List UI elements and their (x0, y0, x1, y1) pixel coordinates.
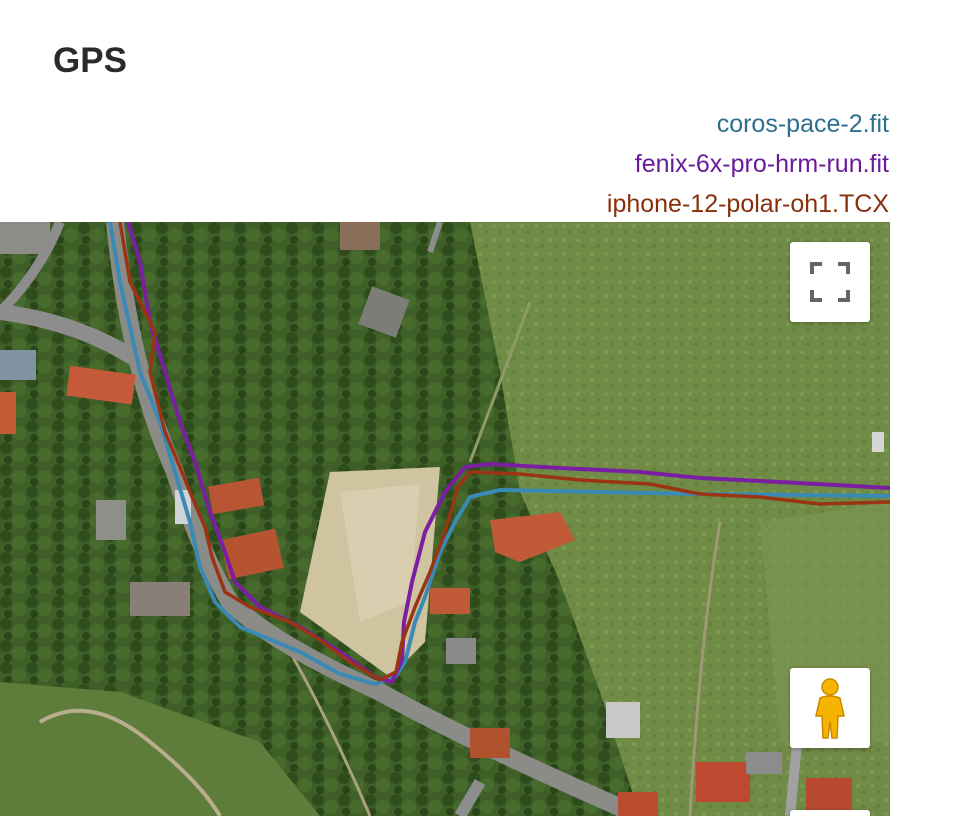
map-control-partial[interactable] (790, 810, 870, 816)
gps-map[interactable] (0, 222, 890, 816)
legend-item-iphone[interactable]: iphone-12-polar-oh1.TCX (607, 184, 889, 224)
legend-item-coros[interactable]: coros-pace-2.fit (607, 104, 889, 144)
pegman-icon (815, 678, 845, 739)
track-legend: coros-pace-2.fit fenix-6x-pro-hrm-run.fi… (607, 104, 889, 224)
fullscreen-icon (810, 262, 850, 302)
satellite-imagery (0, 222, 890, 816)
section-title: GPS (53, 41, 127, 80)
fullscreen-button[interactable] (790, 242, 870, 322)
street-view-button[interactable] (790, 668, 870, 748)
legend-item-fenix[interactable]: fenix-6x-pro-hrm-run.fit (607, 144, 889, 184)
